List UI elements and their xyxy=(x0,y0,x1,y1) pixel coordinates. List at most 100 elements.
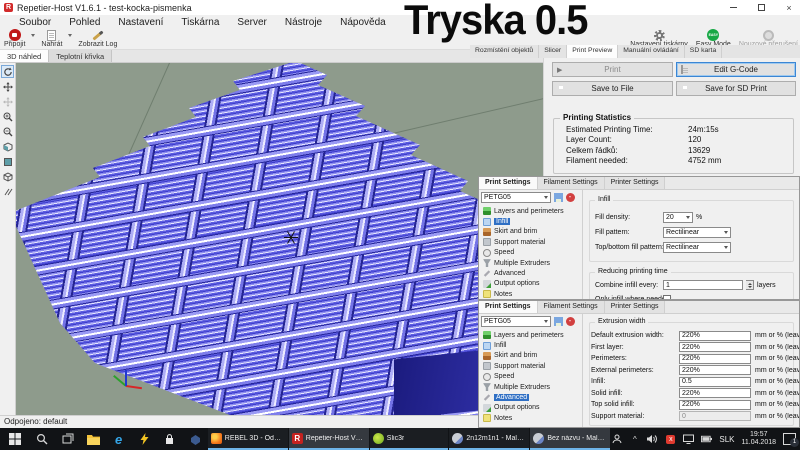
clock[interactable]: 19:57 11.04.2018 xyxy=(741,431,776,447)
front-view-button[interactable] xyxy=(1,155,14,168)
tree-item-notes[interactable]: Notes xyxy=(481,413,580,423)
taskbar-window-paint1[interactable]: 2n12m1n1 - Malov... xyxy=(449,428,529,450)
menu-tiskarna[interactable]: Tiskárna xyxy=(172,17,228,28)
tree-item-advanced[interactable]: Advanced xyxy=(481,392,580,402)
tree-item-infill[interactable]: Infill xyxy=(481,340,580,350)
extrusion-row-input[interactable]: 220% xyxy=(679,400,751,410)
tree-item-layers[interactable]: Layers and perimeters xyxy=(481,206,580,216)
maximize-icon[interactable] xyxy=(754,2,768,14)
tree-item-output[interactable]: Output options xyxy=(481,279,580,289)
menu-nastaveni[interactable]: Nastavení xyxy=(109,17,172,28)
isometric-view-button[interactable] xyxy=(1,140,14,153)
taskbar-window-repetier[interactable]: R Repetier-Host V1.6... xyxy=(289,428,369,450)
print-button[interactable]: ▶ Print xyxy=(552,62,673,77)
red-app-tray-icon[interactable]: x xyxy=(665,434,676,445)
load-dropdown-icon[interactable] xyxy=(68,34,72,37)
battery-icon[interactable] xyxy=(701,434,712,445)
extrusion-row-input[interactable]: 220% xyxy=(679,354,751,364)
show-log-button[interactable]: Zobrazit Log xyxy=(78,29,117,48)
taskbar-window-slic3r[interactable]: Slic3r xyxy=(370,428,449,450)
zoom-in-button[interactable] xyxy=(1,110,14,123)
tab-filament-settings[interactable]: Filament Settings xyxy=(538,177,605,189)
tree-item-output[interactable]: Output options xyxy=(481,403,580,413)
tree-item-skirt[interactable]: Skirt and brim xyxy=(481,351,580,361)
close-icon[interactable]: × xyxy=(782,2,796,14)
language-indicator[interactable]: SLK xyxy=(719,435,734,444)
store-icon[interactable] xyxy=(157,428,182,450)
tree-item-advanced[interactable]: Advanced xyxy=(481,268,580,278)
taskbar-window-paint2[interactable]: Bez názvu - Malová... xyxy=(530,428,610,450)
tab-object-placement[interactable]: Rozmístění objektů xyxy=(470,45,539,58)
tree-item-notes[interactable]: Notes xyxy=(481,289,580,299)
notification-center-icon[interactable]: 1 xyxy=(783,433,796,445)
tree-item-skirt[interactable]: Skirt and brim xyxy=(481,227,580,237)
display-icon[interactable] xyxy=(683,434,694,445)
tree-item-speed[interactable]: Speed xyxy=(481,372,580,382)
perspective-view-button[interactable] xyxy=(1,170,14,183)
extrusion-row-input[interactable]: 220% xyxy=(679,365,751,375)
tab-temperature-curve[interactable]: Teplotní křivka xyxy=(49,50,112,62)
tree-item-infill[interactable]: Infill xyxy=(481,216,580,226)
menu-nastroje[interactable]: Nástroje xyxy=(276,17,331,28)
save-for-sd-button[interactable]: Save for SD Print xyxy=(676,81,796,96)
tab-printer-settings[interactable]: Printer Settings xyxy=(605,177,666,189)
move-object-button[interactable] xyxy=(1,95,14,108)
file-explorer-icon[interactable] xyxy=(80,428,105,450)
tab-filament-settings[interactable]: Filament Settings xyxy=(538,301,605,313)
menu-pohled[interactable]: Pohled xyxy=(60,17,109,28)
edit-gcode-button[interactable]: Edit G-Code xyxy=(676,62,796,77)
tab-slicer[interactable]: Slicer xyxy=(539,45,567,58)
taskbar-window-firefox[interactable]: REBEL 3D - Odeslat... xyxy=(208,428,288,450)
tree-item-extruders[interactable]: Multiple Extruders xyxy=(481,382,580,392)
save-preset-button[interactable] xyxy=(553,193,563,203)
search-button[interactable] xyxy=(29,428,54,450)
spinner-icon[interactable] xyxy=(746,280,754,290)
tab-print-settings[interactable]: Print Settings xyxy=(479,301,538,313)
connect-dropdown-icon[interactable] xyxy=(31,34,35,37)
menu-soubor[interactable]: Soubor xyxy=(10,17,60,28)
fill-pattern-select[interactable]: Rectilinear xyxy=(663,227,731,238)
move-view-button[interactable] xyxy=(1,80,14,93)
tab-3d-preview[interactable]: 3D náhled xyxy=(0,50,49,62)
start-button[interactable] xyxy=(0,428,29,450)
minimize-icon[interactable] xyxy=(726,2,740,14)
combine-infill-input[interactable]: 1 xyxy=(663,280,743,290)
3d-app-icon[interactable] xyxy=(182,428,207,450)
tab-manual-control[interactable]: Manuální ovládání xyxy=(618,45,685,58)
connect-button[interactable]: Připojit xyxy=(4,29,25,48)
tree-item-extruders[interactable]: Multiple Extruders xyxy=(481,258,580,268)
3d-viewport[interactable] xyxy=(0,63,543,415)
delete-preset-button[interactable]: - xyxy=(565,317,575,327)
people-icon[interactable] xyxy=(611,434,622,445)
tray-expand-icon[interactable]: ^ xyxy=(629,434,640,445)
save-preset-button[interactable] xyxy=(553,317,563,327)
zoom-fit-button[interactable] xyxy=(1,125,14,138)
preset-select[interactable]: PETG05 xyxy=(481,316,551,327)
tree-item-layers[interactable]: Layers and perimeters xyxy=(481,330,580,340)
extrusion-row-input[interactable]: 220% xyxy=(679,388,751,398)
lightning-app-icon[interactable] xyxy=(131,428,156,450)
parallel-projection-button[interactable] xyxy=(1,185,14,198)
menu-server[interactable]: Server xyxy=(228,17,275,28)
volume-icon[interactable] xyxy=(647,434,658,445)
tab-print-preview[interactable]: Print Preview xyxy=(567,45,618,58)
fill-density-select[interactable]: 20 xyxy=(663,212,693,223)
extrusion-row-input[interactable]: 0.5 xyxy=(679,377,751,387)
tree-item-support[interactable]: Support material xyxy=(481,237,580,247)
tab-sd-card[interactable]: SD karta xyxy=(685,45,722,58)
task-view-button[interactable] xyxy=(55,428,80,450)
top-bottom-pattern-select[interactable]: Rectilinear xyxy=(663,242,731,253)
rotate-view-button[interactable] xyxy=(1,65,14,78)
tree-item-speed[interactable]: Speed xyxy=(481,248,580,258)
tab-printer-settings[interactable]: Printer Settings xyxy=(605,301,666,313)
tab-print-settings[interactable]: Print Settings xyxy=(479,177,538,189)
save-to-file-button[interactable]: Save to File xyxy=(552,81,673,96)
delete-preset-button[interactable]: - xyxy=(565,193,575,203)
preset-select[interactable]: PETG05 xyxy=(481,192,551,203)
extrusion-row-input[interactable]: 220% xyxy=(679,331,751,341)
extrusion-row-input[interactable]: 220% xyxy=(679,342,751,352)
edge-browser-icon[interactable]: e xyxy=(106,428,131,450)
tree-item-support[interactable]: Support material xyxy=(481,361,580,371)
menu-napoveda[interactable]: Nápověda xyxy=(331,17,395,28)
load-button[interactable]: Nahrát xyxy=(41,29,62,48)
